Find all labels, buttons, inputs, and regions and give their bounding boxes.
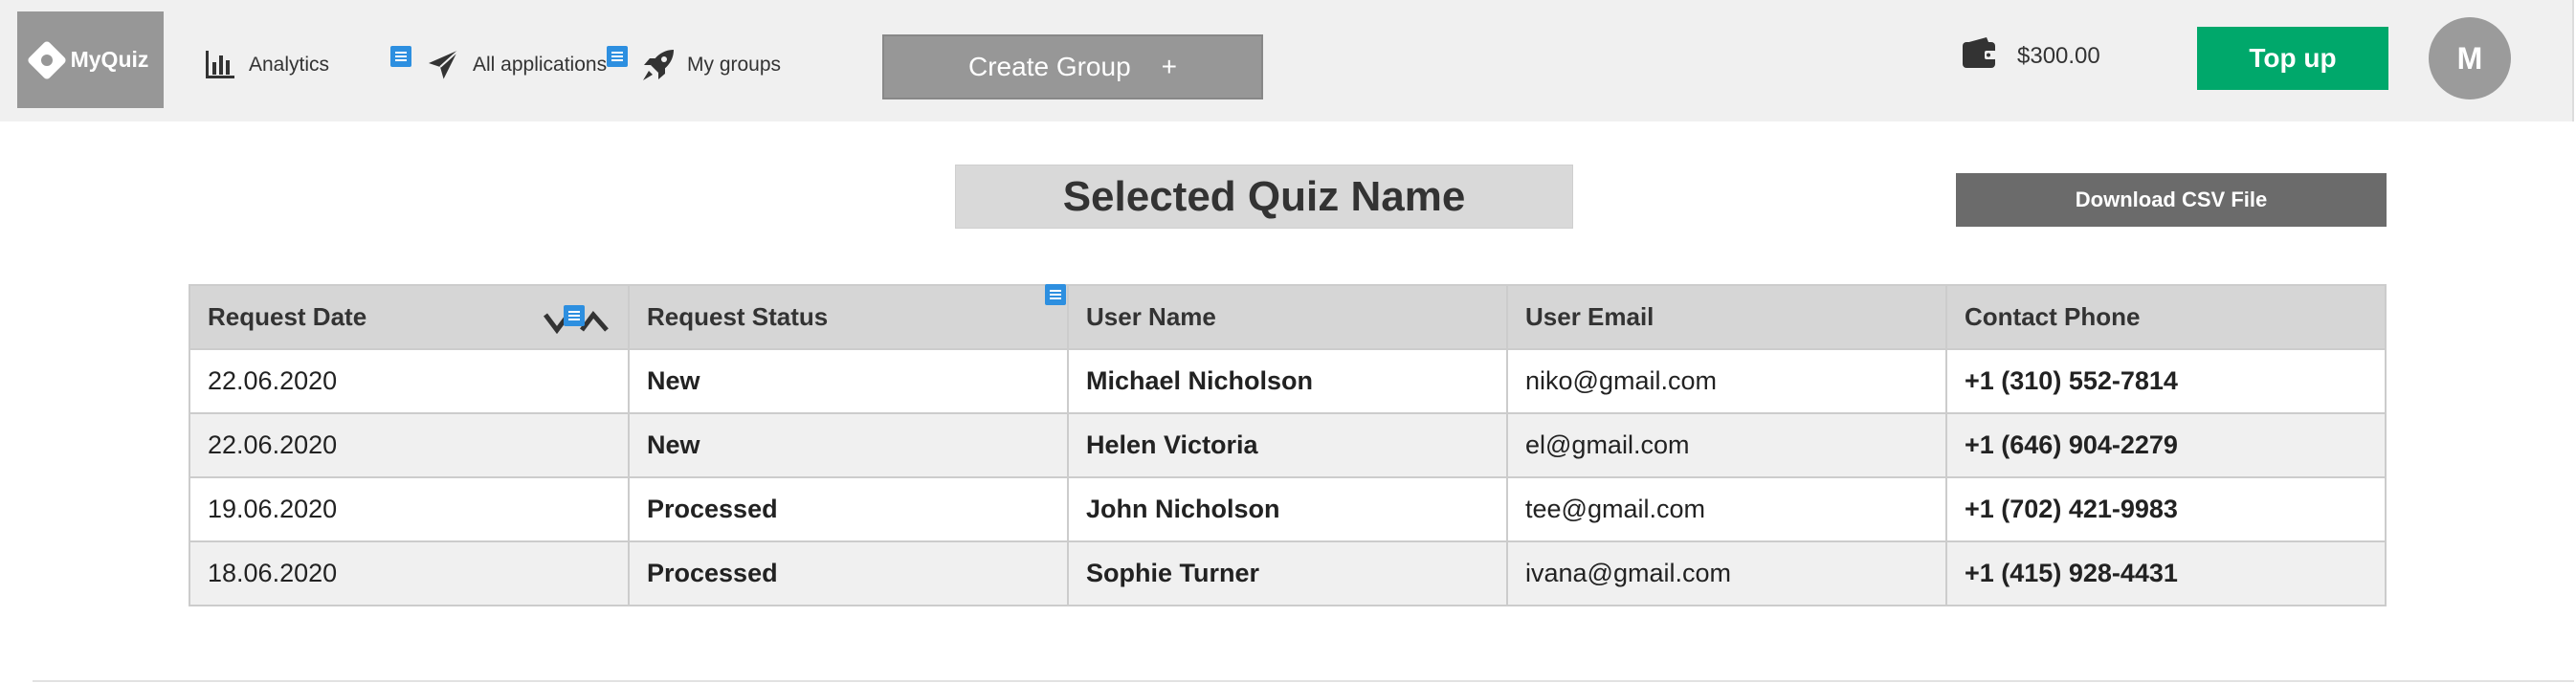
cell-request-status: New	[628, 412, 1069, 478]
cell-request-status: Processed	[628, 476, 1069, 542]
nav-all-applications-label: All applications	[473, 54, 608, 76]
annotation-note-icon	[1045, 284, 1066, 305]
cell-user-name: Helen Victoria	[1067, 412, 1508, 478]
cell-user-name: Sophie Turner	[1067, 540, 1508, 606]
paper-plane-icon	[427, 48, 461, 82]
wallet-icon	[1962, 36, 1996, 76]
cell-contact-phone: +1 (310) 552-7814	[1945, 348, 2387, 414]
logo[interactable]: MyQuiz	[17, 11, 164, 108]
cell-user-name: John Nicholson	[1067, 476, 1508, 542]
column-header-user-email[interactable]: User Email	[1506, 284, 1947, 350]
cell-user-email: niko@gmail.com	[1506, 348, 1947, 414]
table-row[interactable]: 22.06.2020 New Helen Victoria el@gmail.c…	[189, 412, 2387, 478]
table-header-row: Request Date Request Status User Name Us…	[189, 284, 2387, 350]
cell-user-email: ivana@gmail.com	[1506, 540, 1947, 606]
table-row[interactable]: 18.06.2020 Processed Sophie Turner ivana…	[189, 540, 2387, 606]
bar-chart-icon	[203, 48, 237, 82]
logo-icon	[26, 39, 67, 80]
column-header-request-status[interactable]: Request Status	[628, 284, 1069, 350]
cell-request-date: 22.06.2020	[189, 412, 630, 478]
cell-user-email: el@gmail.com	[1506, 412, 1947, 478]
annotation-note-icon	[564, 305, 585, 326]
requests-table: Request Date Request Status User Name Us…	[189, 284, 2387, 606]
nav-analytics[interactable]: Analytics	[203, 48, 329, 82]
plus-icon: +	[1161, 52, 1177, 81]
cell-request-date: 18.06.2020	[189, 540, 630, 606]
create-group-label: Create Group	[968, 52, 1131, 81]
rocket-icon	[641, 48, 676, 82]
top-up-button[interactable]: Top up	[2197, 27, 2388, 90]
cell-request-date: 22.06.2020	[189, 348, 630, 414]
balance-amount: $300.00	[2017, 42, 2100, 69]
cell-request-status: Processed	[628, 540, 1069, 606]
cell-contact-phone: +1 (702) 421-9983	[1945, 476, 2387, 542]
cell-user-email: tee@gmail.com	[1506, 476, 1947, 542]
table-row[interactable]: 22.06.2020 New Michael Nicholson niko@gm…	[189, 348, 2387, 414]
create-group-button[interactable]: Create Group +	[882, 34, 1263, 99]
cell-contact-phone: +1 (646) 904-2279	[1945, 412, 2387, 478]
table-row[interactable]: 19.06.2020 Processed John Nicholson tee@…	[189, 476, 2387, 542]
annotation-note-icon	[607, 46, 628, 67]
logo-text: MyQuiz	[70, 47, 149, 72]
cell-contact-phone: +1 (415) 928-4431	[1945, 540, 2387, 606]
cell-user-name: Michael Nicholson	[1067, 348, 1508, 414]
avatar[interactable]: M	[2429, 17, 2511, 99]
quiz-title: Selected Quiz Name	[955, 165, 1573, 229]
download-csv-button[interactable]: Download CSV File	[1956, 173, 2387, 227]
column-header-user-name[interactable]: User Name	[1067, 284, 1508, 350]
divider	[33, 680, 2574, 682]
nav-my-groups-label: My groups	[687, 54, 782, 76]
cell-request-date: 19.06.2020	[189, 476, 630, 542]
cell-request-status: New	[628, 348, 1069, 414]
nav-my-groups[interactable]: My groups	[641, 48, 781, 82]
nav-all-applications[interactable]: All applications	[427, 48, 607, 82]
nav-analytics-label: Analytics	[249, 54, 330, 76]
top-navigation-bar: MyQuiz Analytics All applications My gro…	[0, 0, 2574, 121]
column-header-contact-phone[interactable]: Contact Phone	[1945, 284, 2387, 350]
annotation-note-icon	[390, 46, 411, 67]
wallet-balance: $300.00	[1962, 36, 2100, 76]
